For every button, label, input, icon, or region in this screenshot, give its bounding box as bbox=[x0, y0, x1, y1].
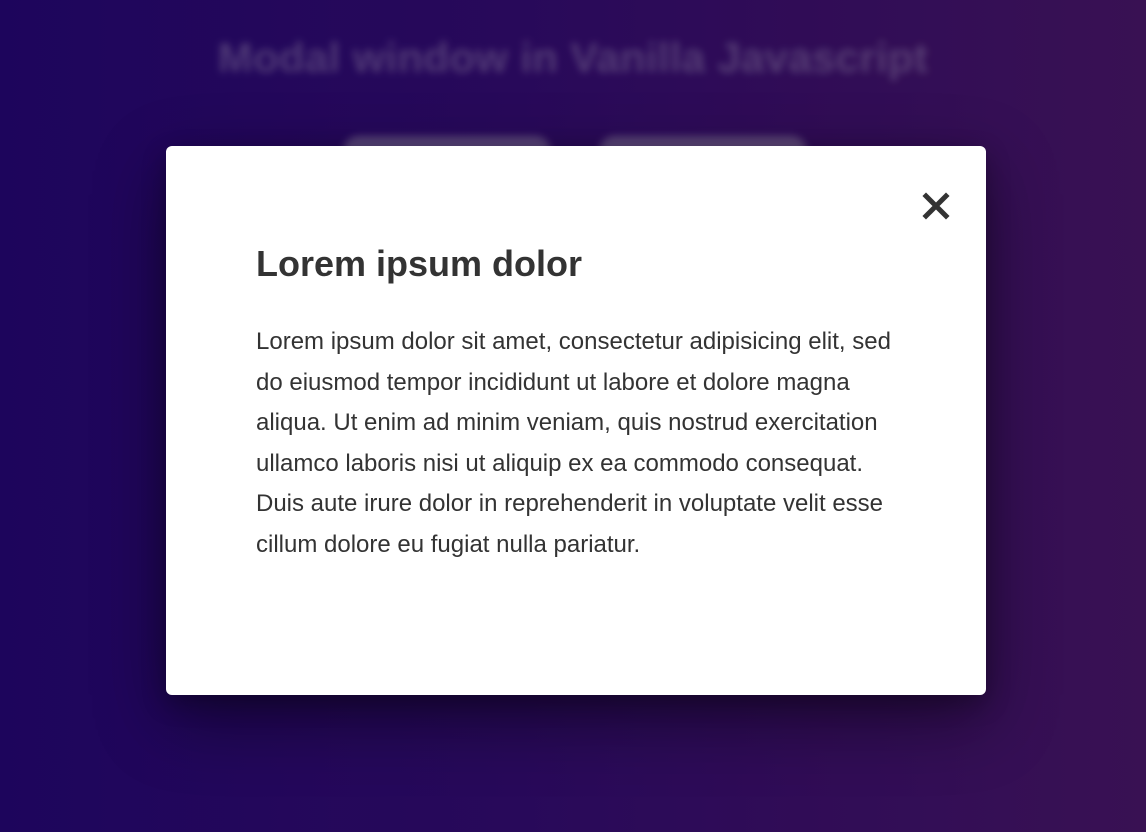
close-button[interactable] bbox=[916, 186, 956, 226]
close-icon bbox=[922, 192, 950, 220]
modal-dialog: Lorem ipsum dolor Lorem ipsum dolor sit … bbox=[166, 146, 986, 695]
modal-title: Lorem ipsum dolor bbox=[256, 243, 583, 284]
modal-body-text: Lorem ipsum dolor sit amet, consectetur … bbox=[256, 328, 891, 558]
